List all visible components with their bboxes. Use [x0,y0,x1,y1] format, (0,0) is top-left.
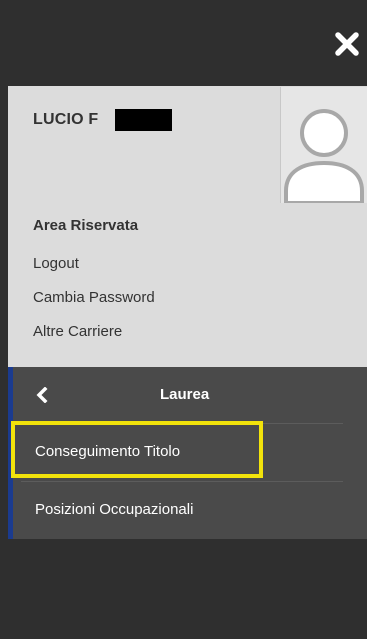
submenu-title: Laurea [160,386,210,403]
change-password-link[interactable]: Cambia Password [33,289,155,306]
other-careers-link[interactable]: Altre Carriere [33,323,122,340]
menu-item-label: Conseguimento Titolo [35,443,181,460]
menu-topbar [0,0,367,86]
close-icon [335,32,359,56]
submenu-header: Laurea [13,367,367,423]
chevron-left-icon [36,386,48,404]
menu-item-label: Posizioni Occupazionali [35,501,194,518]
submenu-panel: Laurea Conseguimento Titolo Posizioni Oc… [13,367,367,539]
menu-bottom-area [0,539,367,639]
logout-link[interactable]: Logout [33,255,79,272]
avatar [280,87,367,203]
close-button[interactable] [335,32,359,56]
user-name: LUCIO F [33,111,99,128]
user-panel: LUCIO F Area Riservata Logout Cambia Pas… [8,86,367,367]
avatar-placeholder-icon [284,109,364,203]
menu-item-posizioni-occupazionali[interactable]: Posizioni Occupazionali [21,482,343,538]
side-menu: LUCIO F Area Riservata Logout Cambia Pas… [0,0,367,639]
redacted-surname [115,109,172,131]
area-riservata-title: Area Riservata [33,217,139,234]
menu-item-conseguimento-titolo[interactable]: Conseguimento Titolo [21,424,343,480]
back-button[interactable] [35,386,49,404]
